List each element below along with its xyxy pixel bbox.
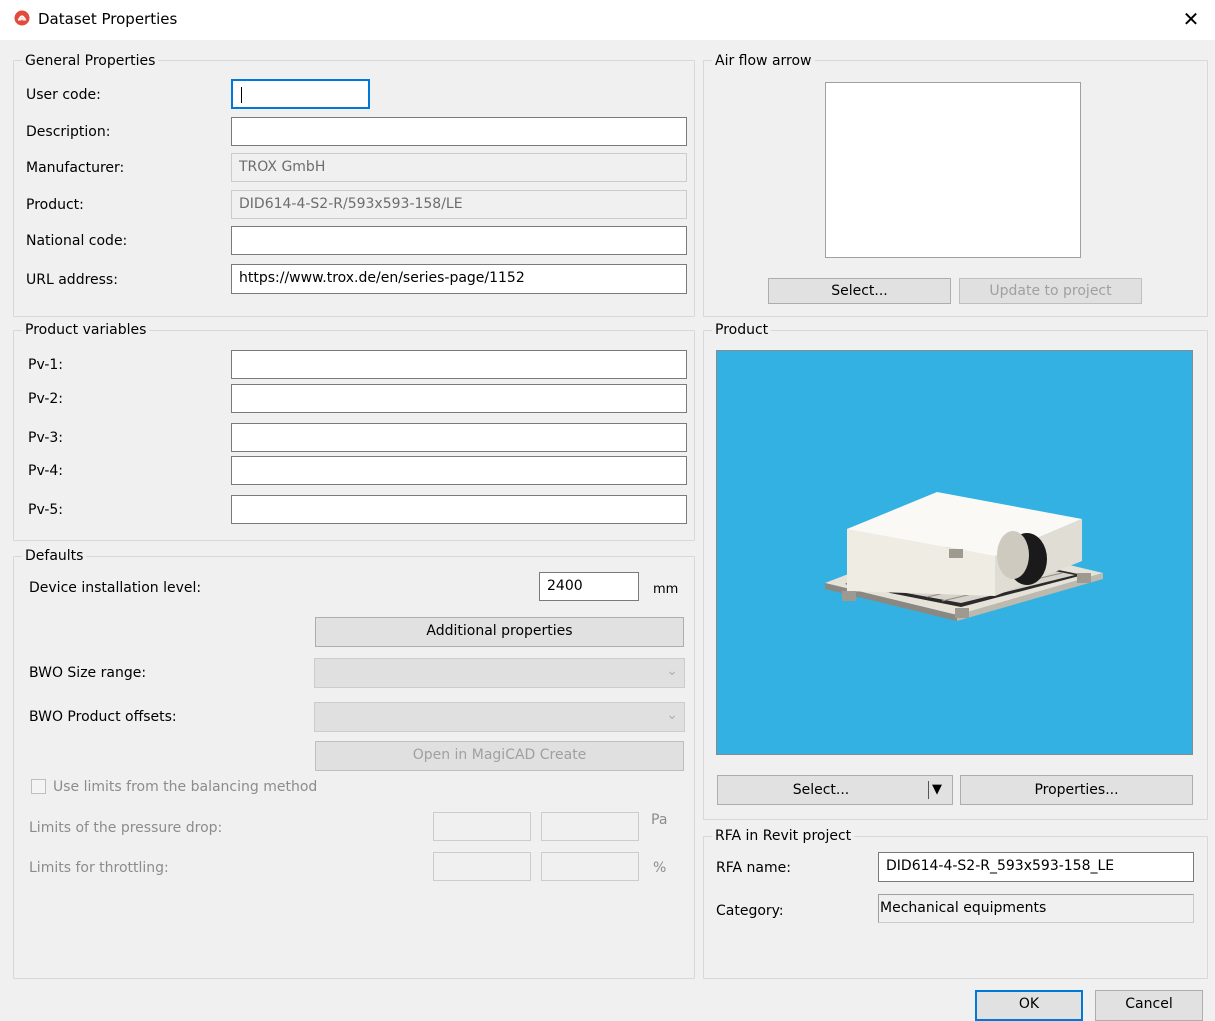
additional-properties-button[interactable]: Additional properties	[315, 617, 684, 647]
product-preview	[716, 350, 1193, 755]
air-flow-legend: Air flow arrow	[712, 52, 815, 70]
ceiling-diffuser-model-image	[825, 492, 1103, 621]
chevron-down-icon: ⌄	[666, 663, 678, 679]
pv3-label: Pv-3:	[28, 430, 64, 446]
bwo-offsets-label: BWO Product offsets:	[29, 709, 177, 725]
pv3-input[interactable]	[231, 423, 687, 452]
ok-button[interactable]: OK	[975, 990, 1083, 1021]
pv1-label: Pv-1:	[28, 357, 64, 373]
category-field: Mechanical equipments	[878, 894, 1194, 923]
open-magicad-button: Open in MagiCAD Create	[315, 741, 684, 771]
description-label: Description:	[26, 124, 111, 140]
throttling-max-input	[541, 852, 639, 881]
national-code-input[interactable]	[231, 226, 687, 255]
product-select-label: Select...	[792, 782, 850, 798]
pv4-input[interactable]	[231, 456, 687, 485]
pv2-input[interactable]	[231, 384, 687, 413]
general-properties-legend: General Properties	[22, 52, 159, 70]
air-flow-preview	[825, 82, 1081, 258]
throttling-unit: %	[653, 860, 667, 876]
chevron-down-icon: ⌄	[666, 707, 678, 723]
close-icon[interactable]: ✕	[1174, 4, 1208, 34]
cancel-button[interactable]: Cancel	[1095, 990, 1203, 1021]
manufacturer-field: TROX GmbH	[231, 153, 687, 182]
bwo-size-select: ⌄	[314, 658, 685, 688]
rfa-name-label: RFA name:	[716, 860, 791, 876]
rfa-legend: RFA in Revit project	[712, 827, 855, 845]
bwo-size-label: BWO Size range:	[29, 665, 147, 681]
pressure-drop-max-input	[541, 812, 639, 841]
use-limits-checkbox	[31, 779, 46, 794]
product-select-button[interactable]: Select... ▼	[717, 775, 953, 805]
product-legend: Product	[712, 321, 772, 339]
pv5-label: Pv-5:	[28, 502, 64, 518]
pv1-input[interactable]	[231, 350, 687, 379]
product-variables-legend: Product variables	[22, 321, 150, 339]
pv5-input[interactable]	[231, 495, 687, 524]
window-title: Dataset Properties	[38, 10, 178, 28]
throttling-label: Limits for throttling:	[29, 860, 169, 876]
rfa-name-input[interactable]: DID614-4-S2-R_593x593-158_LE	[878, 852, 1194, 882]
product-field: DID614-4-S2-R/593x593-158/LE	[231, 190, 687, 219]
user-code-label: User code:	[26, 87, 101, 103]
update-to-project-button: Update to project	[959, 278, 1142, 304]
caret-down-icon[interactable]: ▼	[932, 776, 942, 804]
pressure-drop-label: Limits of the pressure drop:	[29, 820, 223, 836]
pressure-drop-min-input	[433, 812, 531, 841]
air-flow-select-button[interactable]: Select...	[768, 278, 951, 304]
install-level-label: Device installation level:	[29, 580, 202, 596]
throttling-min-input	[433, 852, 531, 881]
title-bar	[0, 0, 1215, 40]
description-input[interactable]	[231, 117, 687, 146]
text-cursor	[241, 87, 242, 103]
pv4-label: Pv-4:	[28, 463, 64, 479]
user-code-input[interactable]	[231, 79, 370, 109]
install-level-unit: mm	[653, 582, 679, 597]
bwo-offsets-select: ⌄	[314, 702, 685, 732]
use-limits-label: Use limits from the balancing method	[53, 779, 318, 795]
category-label: Category:	[716, 903, 784, 919]
product-properties-button[interactable]: Properties...	[960, 775, 1193, 805]
dropdown-divider	[928, 781, 929, 799]
url-input[interactable]: https://www.trox.de/en/series-page/1152	[231, 264, 687, 294]
pressure-unit: Pa	[651, 812, 668, 828]
product-label: Product:	[26, 197, 84, 213]
install-level-input[interactable]: 2400	[539, 572, 639, 601]
manufacturer-label: Manufacturer:	[26, 160, 125, 176]
url-label: URL address:	[26, 272, 118, 288]
national-code-label: National code:	[26, 233, 128, 249]
defaults-legend: Defaults	[22, 547, 87, 565]
pv2-label: Pv-2:	[28, 391, 64, 407]
app-logo-icon	[14, 10, 30, 26]
